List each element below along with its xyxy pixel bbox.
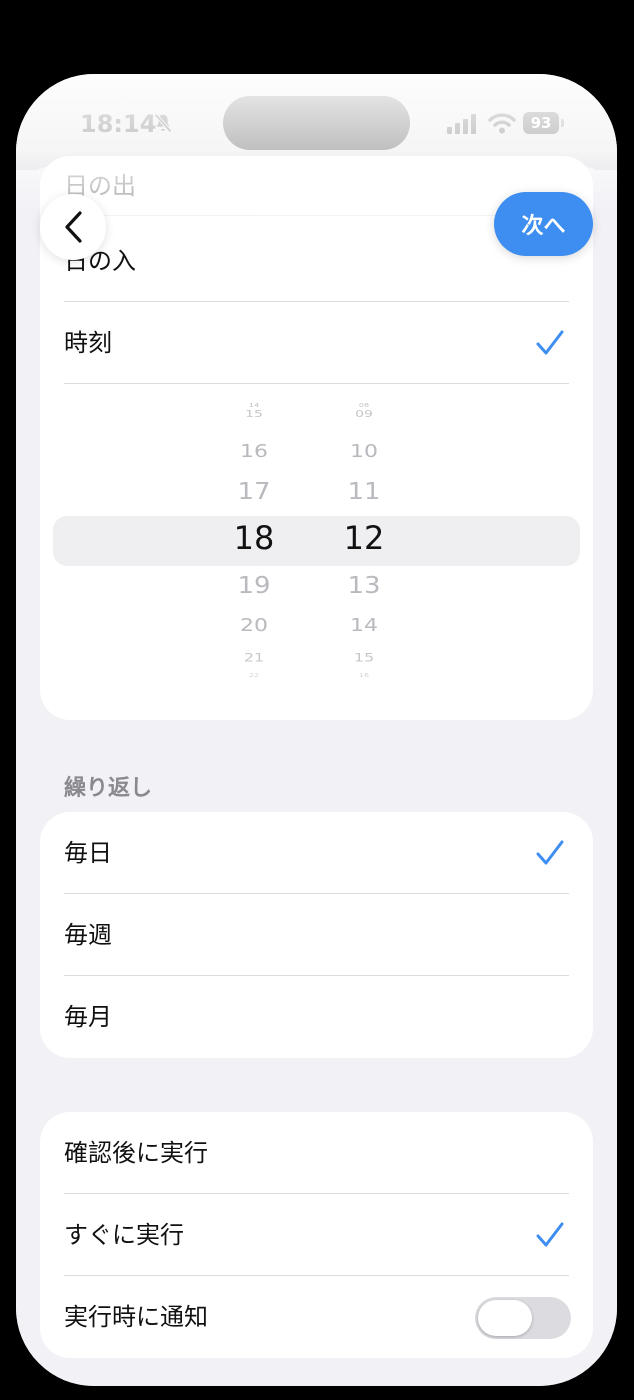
hour-wheel[interactable]: 14 15 16 17 18 19 20 21 22: [214, 396, 294, 696]
hour-value: 21: [243, 651, 265, 665]
dynamic-island: [223, 96, 410, 150]
checkmark-icon: [536, 840, 564, 865]
option-time-label: 時刻: [64, 329, 112, 357]
notify-on-run-row: 実行時に通知: [40, 1276, 593, 1358]
run-card: 確認後に実行 すぐに実行 実行時に通知: [40, 1112, 593, 1358]
hour-value: 20: [240, 615, 268, 636]
minute-value: 13: [347, 572, 381, 600]
checkmark-icon: [536, 330, 564, 355]
notify-on-run-label: 実行時に通知: [64, 1303, 208, 1331]
option-run-after-confirm-label: 確認後に実行: [64, 1139, 208, 1167]
chevron-left-icon: [65, 211, 82, 243]
back-button[interactable]: [40, 194, 106, 260]
repeat-section-header: 繰り返し: [64, 776, 153, 801]
toggle-knob: [478, 1300, 532, 1336]
phone-screen: 18:14 93 日の出 日の入 時刻 14 15 16 17 18 19 20…: [16, 74, 617, 1386]
automation-sheet: 日の出 日の入 時刻 14 15 16 17 18 19 20 21 22 08 09 10 11 12…: [16, 74, 617, 1386]
option-monthly[interactable]: 毎月: [40, 976, 593, 1058]
minute-value: 10: [350, 441, 378, 462]
bell-slash-icon: [154, 113, 172, 133]
option-run-after-confirm[interactable]: 確認後に実行: [40, 1112, 593, 1194]
minute-value: 15: [353, 651, 375, 665]
minute-value: 14: [350, 615, 378, 636]
minute-wheel[interactable]: 08 09 10 11 12 13 14 15 16: [324, 396, 404, 696]
time-picker[interactable]: 14 15 16 17 18 19 20 21 22 08 09 10 11 12 13 14 15 16: [40, 396, 593, 696]
hour-value: 16: [240, 441, 268, 462]
next-button[interactable]: 次へ: [494, 192, 593, 256]
battery-indicator: 93: [523, 112, 559, 134]
picker-selection-band: [53, 516, 580, 566]
minute-value: 12: [343, 519, 385, 557]
option-time[interactable]: 時刻: [40, 302, 593, 384]
hour-value: 19: [237, 572, 271, 600]
option-daily-label: 毎日: [64, 839, 112, 867]
option-run-immediately[interactable]: すぐに実行: [40, 1194, 593, 1276]
option-weekly[interactable]: 毎週: [40, 894, 593, 976]
wifi-icon: [488, 113, 516, 134]
divider: [64, 383, 569, 384]
checkmark-icon: [536, 1222, 564, 1247]
divider: [64, 215, 569, 216]
minute-value: 09: [355, 408, 373, 420]
option-daily[interactable]: 毎日: [40, 812, 593, 894]
battery-nub: [561, 119, 564, 127]
repeat-card: 毎日 毎週 毎月: [40, 812, 593, 1058]
notify-on-run-toggle[interactable]: [475, 1297, 571, 1339]
minute-value: 11: [347, 478, 381, 506]
minute-value: 16: [358, 673, 370, 679]
hour-value: 15: [245, 408, 263, 420]
status-time: 18:14: [80, 110, 157, 138]
hour-value: 18: [233, 519, 275, 557]
hour-value: 22: [248, 673, 260, 679]
option-monthly-label: 毎月: [64, 1003, 112, 1031]
hour-value: 17: [237, 478, 271, 506]
cellular-signal-icon: [447, 114, 476, 134]
option-run-immediately-label: すぐに実行: [64, 1221, 184, 1249]
option-weekly-label: 毎週: [64, 921, 112, 949]
